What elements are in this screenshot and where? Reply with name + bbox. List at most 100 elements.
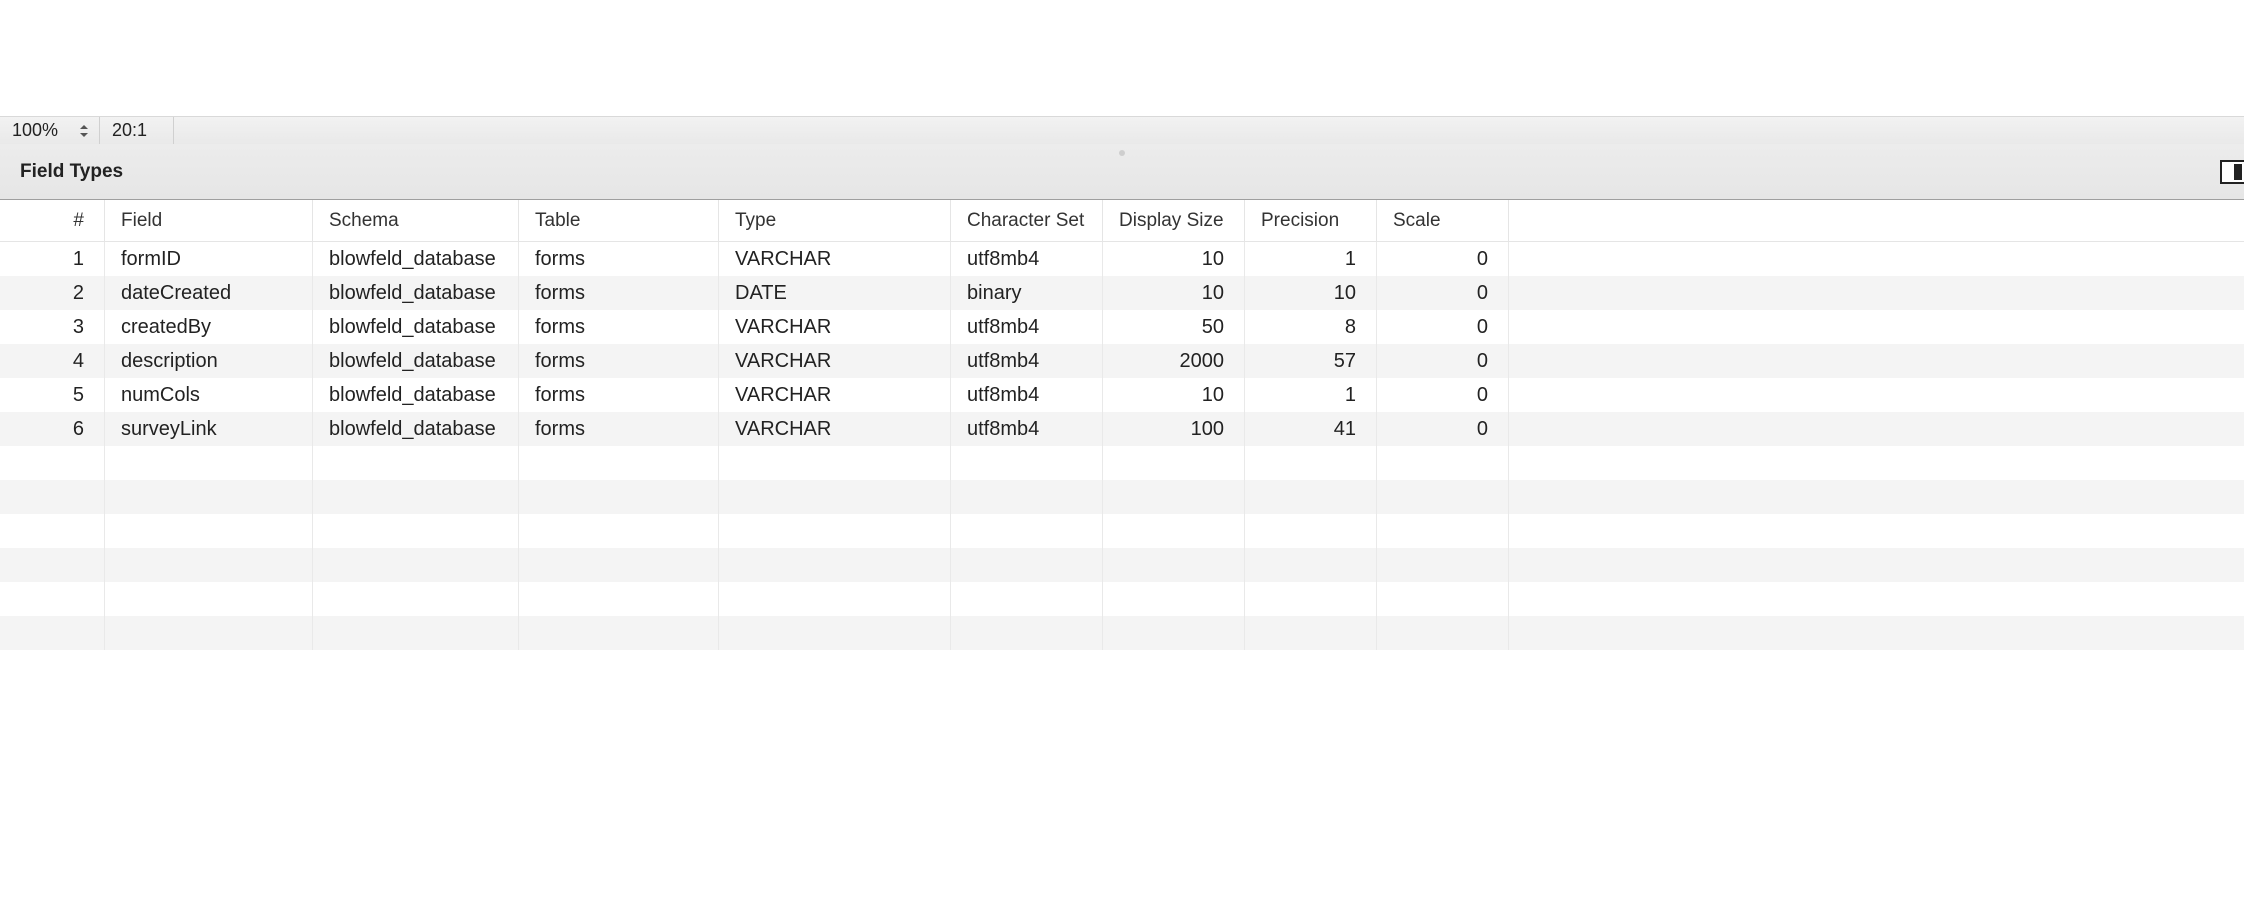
cell-empty: [718, 548, 950, 582]
cell-type[interactable]: VARCHAR: [718, 344, 950, 378]
cell-tail: [1508, 378, 2244, 412]
cell-field[interactable]: numCols: [104, 378, 312, 412]
cell-empty: [312, 548, 518, 582]
cell-display_size[interactable]: 2000: [1102, 344, 1244, 378]
cell-precision[interactable]: 41: [1244, 412, 1376, 446]
table-row[interactable]: 5numColsblowfeld_databaseformsVARCHARutf…: [0, 378, 2244, 412]
cell-tail: [1508, 616, 2244, 650]
cell-schema[interactable]: blowfeld_database: [312, 412, 518, 446]
cell-idx[interactable]: 5: [0, 378, 104, 412]
cell-empty: [518, 582, 718, 616]
cell-table[interactable]: forms: [518, 344, 718, 378]
cell-type[interactable]: VARCHAR: [718, 242, 950, 276]
cell-scale[interactable]: 0: [1376, 378, 1508, 412]
cell-character_set[interactable]: utf8mb4: [950, 344, 1102, 378]
cell-empty: [1102, 616, 1244, 650]
cell-scale[interactable]: 0: [1376, 344, 1508, 378]
cell-schema[interactable]: blowfeld_database: [312, 276, 518, 310]
cell-type[interactable]: VARCHAR: [718, 310, 950, 344]
cell-table[interactable]: forms: [518, 310, 718, 344]
col-schema[interactable]: Schema: [312, 200, 518, 241]
col-character-set[interactable]: Character Set: [950, 200, 1102, 241]
cell-precision[interactable]: 10: [1244, 276, 1376, 310]
cell-scale[interactable]: 0: [1376, 276, 1508, 310]
cell-empty: [0, 582, 104, 616]
cell-tail: [1508, 548, 2244, 582]
cell-empty: [518, 514, 718, 548]
cell-field[interactable]: formID: [104, 242, 312, 276]
cell-idx[interactable]: 1: [0, 242, 104, 276]
cell-empty: [1244, 616, 1376, 650]
col-table[interactable]: Table: [518, 200, 718, 241]
table-row[interactable]: 4descriptionblowfeld_databaseformsVARCHA…: [0, 344, 2244, 378]
col-index[interactable]: #: [0, 200, 104, 241]
table-row[interactable]: 3createdByblowfeld_databaseformsVARCHARu…: [0, 310, 2244, 344]
panel-header[interactable]: Field Types: [0, 144, 2244, 200]
cell-display_size[interactable]: 10: [1102, 242, 1244, 276]
cell-character_set[interactable]: utf8mb4: [950, 412, 1102, 446]
cell-idx[interactable]: 6: [0, 412, 104, 446]
table-row[interactable]: 1formIDblowfeld_databaseformsVARCHARutf8…: [0, 242, 2244, 276]
table-row[interactable]: 2dateCreatedblowfeld_databaseformsDATEbi…: [0, 276, 2244, 310]
cell-field[interactable]: description: [104, 344, 312, 378]
cell-field[interactable]: dateCreated: [104, 276, 312, 310]
cell-precision[interactable]: 1: [1244, 378, 1376, 412]
cell-field[interactable]: createdBy: [104, 310, 312, 344]
cell-tail: [1508, 412, 2244, 446]
cell-character_set[interactable]: utf8mb4: [950, 310, 1102, 344]
zoom-stepper[interactable]: 100%: [0, 117, 100, 144]
sidebar-toggle-icon[interactable]: [2220, 160, 2244, 184]
cell-empty: [718, 480, 950, 514]
cell-schema[interactable]: blowfeld_database: [312, 310, 518, 344]
cell-scale[interactable]: 0: [1376, 242, 1508, 276]
cell-precision[interactable]: 8: [1244, 310, 1376, 344]
col-precision[interactable]: Precision: [1244, 200, 1376, 241]
cell-type[interactable]: DATE: [718, 276, 950, 310]
col-type[interactable]: Type: [718, 200, 950, 241]
cell-type[interactable]: VARCHAR: [718, 378, 950, 412]
cell-idx[interactable]: 2: [0, 276, 104, 310]
cell-empty: [1244, 582, 1376, 616]
cell-schema[interactable]: blowfeld_database: [312, 242, 518, 276]
cell-empty: [518, 480, 718, 514]
cell-empty: [312, 582, 518, 616]
table-row[interactable]: 6surveyLinkblowfeld_databaseformsVARCHAR…: [0, 412, 2244, 446]
status-bar: 100% 20:1: [0, 116, 2244, 144]
cell-character_set[interactable]: utf8mb4: [950, 378, 1102, 412]
cell-scale[interactable]: 0: [1376, 310, 1508, 344]
blank-area: [0, 0, 2244, 116]
cell-scale[interactable]: 0: [1376, 412, 1508, 446]
cell-precision[interactable]: 1: [1244, 242, 1376, 276]
table-row-empty: [0, 480, 2244, 514]
panel-title: Field Types: [20, 161, 123, 183]
cell-type[interactable]: VARCHAR: [718, 412, 950, 446]
cell-character_set[interactable]: binary: [950, 276, 1102, 310]
cell-display_size[interactable]: 10: [1102, 378, 1244, 412]
cell-display_size[interactable]: 10: [1102, 276, 1244, 310]
cell-table[interactable]: forms: [518, 412, 718, 446]
cell-idx[interactable]: 3: [0, 310, 104, 344]
cell-schema[interactable]: blowfeld_database: [312, 378, 518, 412]
cell-empty: [950, 480, 1102, 514]
cell-empty: [950, 446, 1102, 480]
cell-precision[interactable]: 57: [1244, 344, 1376, 378]
cell-character_set[interactable]: utf8mb4: [950, 242, 1102, 276]
table-row-empty: [0, 446, 2244, 480]
cell-idx[interactable]: 4: [0, 344, 104, 378]
cell-empty: [1244, 480, 1376, 514]
col-field[interactable]: Field: [104, 200, 312, 241]
col-scale[interactable]: Scale: [1376, 200, 1508, 241]
cell-schema[interactable]: blowfeld_database: [312, 344, 518, 378]
cell-tail: [1508, 310, 2244, 344]
cell-empty: [104, 616, 312, 650]
cell-field[interactable]: surveyLink: [104, 412, 312, 446]
cell-table[interactable]: forms: [518, 242, 718, 276]
cell-display_size[interactable]: 50: [1102, 310, 1244, 344]
col-display-size[interactable]: Display Size: [1102, 200, 1244, 241]
cell-table[interactable]: forms: [518, 378, 718, 412]
drag-handle-icon[interactable]: [1119, 150, 1125, 156]
cell-display_size[interactable]: 100: [1102, 412, 1244, 446]
cell-table[interactable]: forms: [518, 276, 718, 310]
table-row-empty: [0, 616, 2244, 650]
cell-empty: [0, 514, 104, 548]
